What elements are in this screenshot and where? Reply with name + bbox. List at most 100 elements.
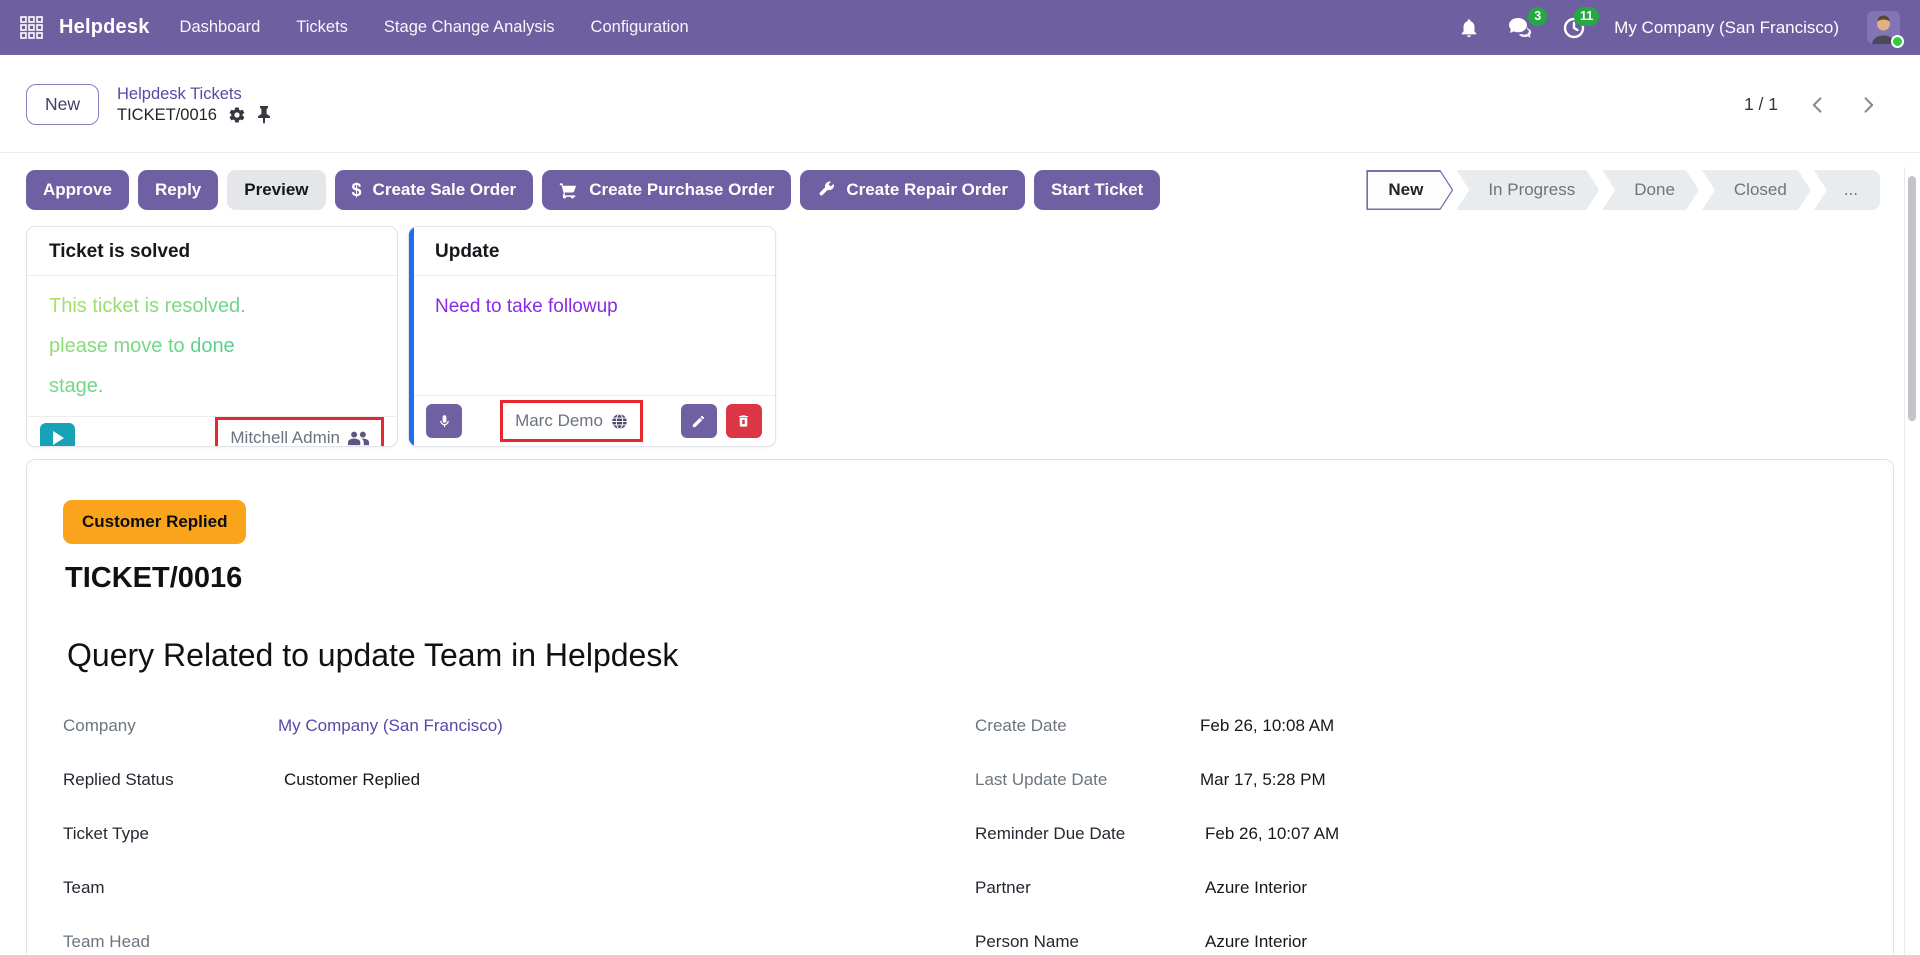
microphone-button[interactable] [426,404,462,438]
field-grid: Company My Company (San Francisco) Repli… [63,714,1893,954]
stage-in-progress[interactable]: In Progress [1456,170,1599,210]
field-create-date: Create Date Feb 26, 10:08 AM [975,714,1893,738]
breadcrumb-current: TICKET/0016 [117,106,217,125]
note-body-line: stage. [49,366,375,406]
fields-left-column: Company My Company (San Francisco) Repli… [63,714,975,954]
field-last-update-date: Last Update Date Mar 17, 5:28 PM [975,768,1893,792]
top-navbar: Helpdesk Dashboard Tickets Stage Change … [0,0,1920,55]
play-icon [53,431,64,445]
start-ticket-button[interactable]: Start Ticket [1034,170,1160,210]
approve-button[interactable]: Approve [26,170,129,210]
create-purchase-order-button[interactable]: Create Purchase Order [542,170,791,210]
menu-configuration[interactable]: Configuration [591,18,689,37]
stage-more[interactable]: ... [1814,170,1880,210]
stage-new-label: New [1388,180,1423,200]
field-reminder-due-date: Reminder Due Date Feb 26, 10:07 AM [975,822,1893,846]
scrollbar-thumb[interactable] [1908,176,1916,421]
apps-grid-icon[interactable] [16,13,46,43]
field-label: Person Name [975,930,1200,954]
pager-next-icon[interactable] [1858,95,1878,115]
field-value[interactable]: Azure Interior [1200,876,1307,900]
activities-badge: 11 [1574,7,1599,26]
ticket-reference: TICKET/0016 [65,562,1893,595]
stage-done[interactable]: Done [1602,170,1699,210]
field-label: Create Date [975,714,1200,738]
note-author[interactable]: Mitchell Admin [230,428,340,447]
users-group-icon [348,430,369,447]
cart-icon [559,181,578,200]
navbar-systray: 3 11 My Company (San Francisco) [1458,11,1900,44]
notifications-bell-icon[interactable] [1458,17,1480,39]
field-person-name: Person Name Azure Interior [975,930,1893,954]
microphone-icon [437,412,452,431]
gear-icon[interactable] [228,106,246,124]
breadcrumb: Helpdesk Tickets TICKET/0016 [117,85,271,125]
play-button[interactable] [40,423,75,448]
author-annotation-box: Marc Demo [500,400,643,442]
note-author[interactable]: Marc Demo [515,411,603,431]
field-label: Team Head [63,930,278,954]
ticket-form-sheet: Customer Replied TICKET/0016 Query Relat… [26,459,1894,954]
stage-closed[interactable]: Closed [1702,170,1811,210]
notes-row: Ticket is solved This ticket is resolved… [0,226,1920,447]
menu-dashboard[interactable]: Dashboard [180,18,261,37]
delete-button[interactable] [726,404,762,438]
wrench-icon [817,181,835,199]
pin-icon[interactable] [257,106,271,124]
field-value[interactable]: Azure Interior [1200,930,1307,954]
globe-icon [611,413,628,430]
messages-icon[interactable]: 3 [1508,16,1534,40]
create-repair-order-button[interactable]: Create Repair Order [800,170,1025,210]
note-body[interactable]: Need to take followup [409,276,775,395]
field-label: Partner [975,876,1200,900]
create-repair-order-label: Create Repair Order [846,180,1008,200]
messages-badge: 3 [1528,7,1547,26]
field-label: Company [63,714,278,738]
field-value-company-link[interactable]: My Company (San Francisco) [278,714,503,738]
field-label: Replied Status [63,768,278,792]
note-body-line: This ticket is resolved. [49,286,375,326]
main-menu: Dashboard Tickets Stage Change Analysis … [180,18,689,37]
dollar-icon: $ [352,180,362,201]
note-footer: Mitchell Admin [27,416,397,447]
field-value[interactable]: Feb 26, 10:07 AM [1200,822,1339,846]
create-purchase-order-label: Create Purchase Order [589,180,774,200]
note-footer: Marc Demo [409,395,775,446]
note-card-ticket-solved: Ticket is solved This ticket is resolved… [26,226,398,447]
preview-button[interactable]: Preview [227,170,325,210]
create-sale-order-button[interactable]: $ Create Sale Order [335,170,534,210]
online-status-dot [1891,35,1904,48]
field-team: Team [63,876,975,900]
action-bar: Approve Reply Preview $ Create Sale Orde… [0,153,1920,224]
menu-stage-change-analysis[interactable]: Stage Change Analysis [384,18,555,37]
reply-button[interactable]: Reply [138,170,218,210]
field-ticket-type: Ticket Type [63,822,975,846]
pager: 1 / 1 [1744,94,1878,115]
menu-tickets[interactable]: Tickets [296,18,348,37]
note-body-line: please move to done [49,326,375,366]
new-button[interactable]: New [26,84,99,125]
create-sale-order-label: Create Sale Order [373,180,517,200]
user-avatar[interactable] [1867,11,1900,44]
pager-previous-icon[interactable] [1808,95,1828,115]
field-label: Ticket Type [63,822,278,846]
trash-icon [736,413,751,429]
author-annotation-box: Mitchell Admin [215,417,384,447]
company-switcher[interactable]: My Company (San Francisco) [1614,18,1839,38]
field-value: Customer Replied [278,768,420,792]
ticket-title[interactable]: Query Related to update Team in Helpdesk [67,637,1893,674]
fields-right-column: Create Date Feb 26, 10:08 AM Last Update… [975,714,1893,954]
field-label: Last Update Date [975,768,1200,792]
breadcrumb-parent-link[interactable]: Helpdesk Tickets [117,85,271,104]
vertical-scrollbar [1904,167,1917,955]
note-title: Ticket is solved [27,227,397,276]
note-body[interactable]: This ticket is resolved. please move to … [27,276,397,416]
edit-button[interactable] [681,404,717,438]
field-label: Reminder Due Date [975,822,1200,846]
stage-new[interactable]: New [1366,170,1453,210]
field-replied-status: Replied Status Customer Replied [63,768,975,792]
activities-clock-icon[interactable]: 11 [1562,16,1586,40]
app-title[interactable]: Helpdesk [59,16,150,39]
field-label: Team [63,876,278,900]
pager-counter: 1 / 1 [1744,94,1778,115]
